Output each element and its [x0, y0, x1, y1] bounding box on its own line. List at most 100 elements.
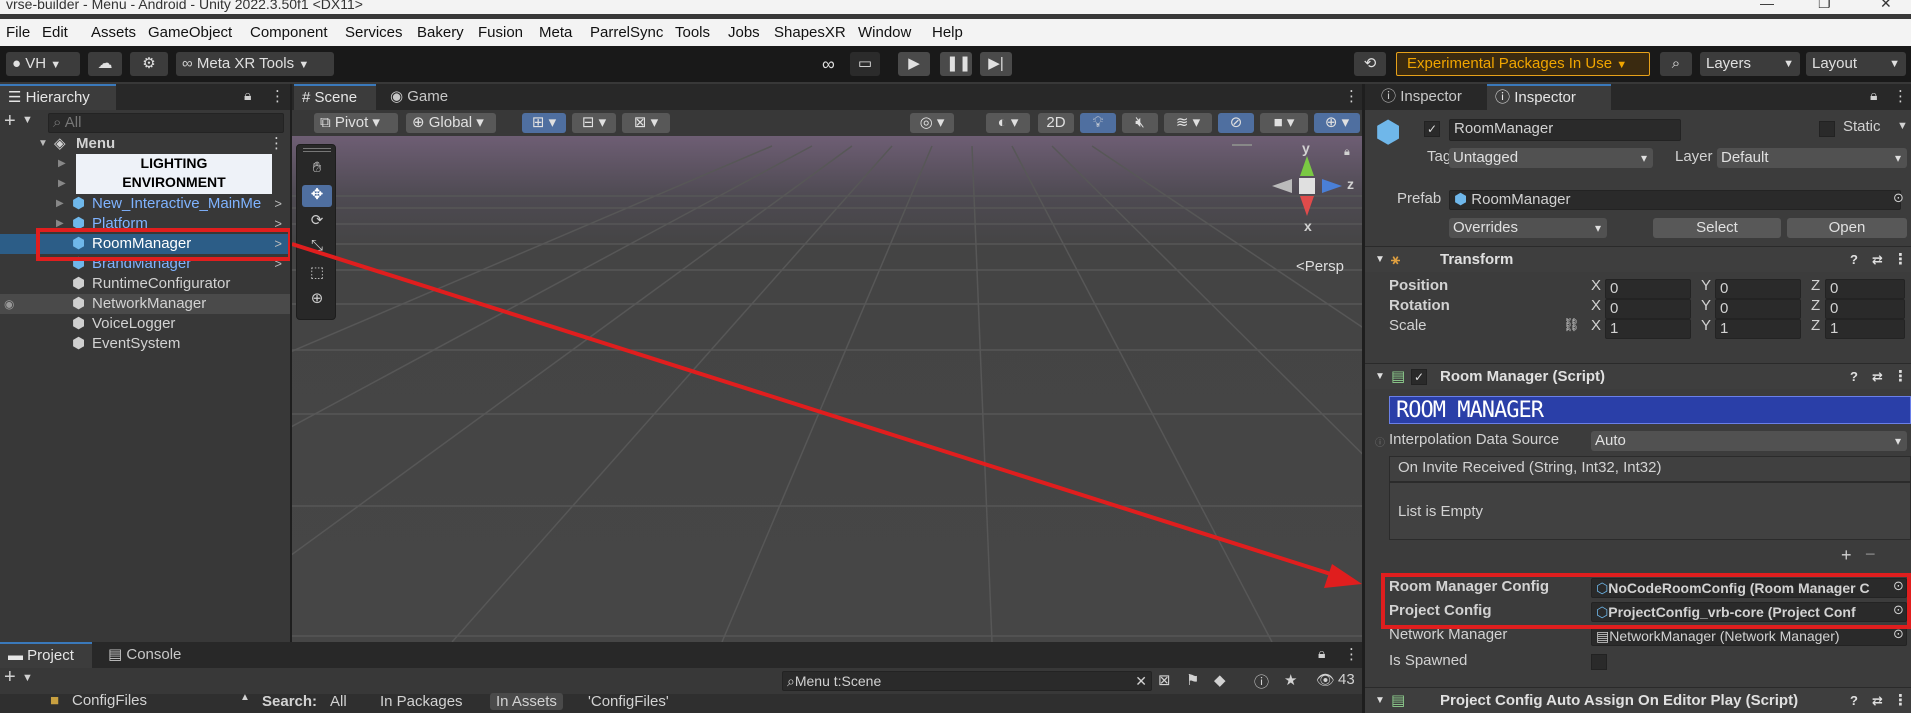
grid-visibility-icon[interactable]: ⊟ ▾	[572, 113, 616, 133]
constrain-proportions-icon[interactable]: ⛓	[1563, 317, 1580, 333]
experimental-packages-warning[interactable]: Experimental Packages In Use ▼	[1396, 52, 1650, 76]
grid-snap-icon[interactable]: ⊞ ▾	[522, 113, 566, 133]
expand-arrow-icon[interactable]: ▶	[58, 158, 66, 169]
transform-y-field[interactable]: 0	[1715, 279, 1801, 299]
search-by-label-icon[interactable]: ⚑	[1186, 671, 1199, 689]
layout-dropdown[interactable]: Layout ▼	[1806, 52, 1906, 76]
menu-component[interactable]: Component	[250, 24, 328, 41]
transform-y-field[interactable]: 1	[1715, 319, 1801, 339]
draw-mode-icon[interactable]: ◎ ▾	[910, 113, 954, 133]
kebab-menu-icon[interactable]: ⋮	[269, 134, 284, 154]
transform-x-field[interactable]: 0	[1605, 279, 1691, 299]
collab-gear-icon[interactable]: ⚙	[130, 52, 168, 76]
expand-arrow-icon[interactable]: ▶	[58, 178, 66, 189]
expand-arrow-icon[interactable]: ▼	[38, 134, 48, 154]
hidden-objects-icon[interactable]: ⊘	[1218, 113, 1254, 133]
overrides-dropdown[interactable]: Overrides	[1449, 218, 1607, 238]
gizmos-icon[interactable]: ⊕ ▾	[1314, 113, 1360, 133]
hierarchy-item[interactable]: ⬢ New_Interactive_MainMe > ▶	[0, 194, 290, 214]
menu-help[interactable]: Help	[932, 24, 963, 41]
interpolation-dropdown[interactable]: Auto	[1591, 431, 1907, 451]
meta-link-icon[interactable]: ∞	[822, 54, 835, 75]
menu-bakery[interactable]: Bakery	[417, 24, 464, 41]
open-button[interactable]: Open	[1787, 218, 1907, 238]
kebab-menu-icon[interactable]: ⋮	[1893, 364, 1908, 390]
favorite-star-icon[interactable]: ★	[1284, 671, 1297, 689]
static-checkbox[interactable]	[1819, 121, 1835, 137]
expand-arrow-icon[interactable]: ▼	[1375, 247, 1385, 273]
lighting-toggle-icon[interactable]: 💡︎	[1080, 113, 1116, 133]
splitter[interactable]	[1362, 84, 1365, 713]
menu-shapesxr[interactable]: ShapesXR	[774, 24, 846, 41]
clear-search-icon[interactable]: ✕	[1135, 672, 1147, 690]
help-icon[interactable]: ?	[1850, 247, 1858, 273]
tab-inspector-2[interactable]: ⓘ Inspector	[1487, 84, 1611, 110]
tab-console[interactable]: ▤ Console	[100, 642, 200, 668]
menu-meta[interactable]: Meta	[539, 24, 572, 41]
select-button[interactable]: Select	[1653, 218, 1781, 238]
pivot-dropdown[interactable]: ⧉ Pivot ▾	[314, 113, 398, 133]
visibility-eye-icon[interactable]: 👁︎	[1316, 671, 1335, 689]
project-search-input[interactable]: ⌕Menu t:Scene ✕	[782, 671, 1152, 691]
cloud-icon[interactable]: ☁	[88, 52, 122, 76]
menu-window[interactable]: Window	[858, 24, 911, 41]
play-button[interactable]: ▶	[898, 52, 930, 76]
menu-gameobject[interactable]: GameObject	[148, 24, 232, 41]
tag-dropdown[interactable]: Untagged	[1449, 148, 1653, 168]
hierarchy-item[interactable]: ⬢ RuntimeConfigurator	[0, 274, 290, 294]
lock-icon[interactable]: 🔒︎	[244, 87, 251, 104]
maximize-icon[interactable]: ❐	[1818, 0, 1831, 10]
shading-mode-icon[interactable]: ◐ ▾	[986, 113, 1030, 133]
tag-icon[interactable]: ◆	[1214, 671, 1226, 689]
lock-icon[interactable]: 🔒︎	[1870, 87, 1877, 104]
lock-icon[interactable]: 🔒︎	[1318, 645, 1325, 662]
close-icon[interactable]: ✕	[1880, 0, 1892, 10]
tab-inspector-1[interactable]: ⓘ Inspector	[1373, 84, 1497, 110]
script-enabled-checkbox[interactable]: ✓	[1411, 369, 1427, 385]
chevron-down-icon[interactable]: ▼	[1897, 120, 1908, 132]
effects-icon[interactable]: ≋ ▾	[1164, 113, 1212, 133]
help-icon[interactable]: ?	[1850, 688, 1858, 713]
increment-snap-icon[interactable]: ⊠ ▾	[622, 113, 670, 133]
expand-arrow-icon[interactable]: ▼	[1375, 688, 1385, 713]
scene-root-menu[interactable]: ▼ ◈ Menu ⋮	[0, 134, 290, 154]
folder-name[interactable]: ConfigFiles	[72, 692, 147, 709]
chevron-up-icon[interactable]: ▲	[240, 692, 250, 703]
splitter[interactable]	[290, 84, 292, 642]
transform-header[interactable]: ▼ ⚹ Transform ? ⇄ ⋮	[1365, 246, 1911, 272]
transform-y-field[interactable]: 0	[1715, 299, 1801, 319]
account-dropdown[interactable]: ● VH ▼	[6, 52, 80, 76]
add-icon[interactable]: +	[1841, 545, 1852, 566]
kebab-menu-icon[interactable]: ⋮	[1344, 645, 1359, 663]
filter-all[interactable]: All	[330, 693, 347, 710]
add-icon[interactable]: +	[4, 666, 16, 689]
tab-game[interactable]: ◉ Game	[382, 84, 462, 110]
hierarchy-item[interactable]: ⬢ VoiceLogger	[0, 314, 290, 334]
room-manager-script-header[interactable]: ▼ ▤ ✓ Room Manager (Script) ? ⇄ ⋮	[1365, 363, 1911, 389]
minimize-icon[interactable]: —	[1760, 0, 1774, 10]
network-manager-field[interactable]: ▤NetworkManager (Network Manager)	[1591, 626, 1907, 646]
menu-tools[interactable]: Tools	[675, 24, 710, 41]
step-button[interactable]: ▶|	[980, 52, 1012, 76]
preset-icon[interactable]: ⇄	[1872, 688, 1883, 713]
hierarchy-search-input[interactable]: ⌕ All	[48, 113, 284, 133]
tab-hierarchy[interactable]: ☰ Hierarchy	[0, 84, 116, 110]
meta-xr-tools-dropdown[interactable]: ∞ Meta XR Tools ▼	[176, 52, 334, 76]
preset-icon[interactable]: ⇄	[1872, 364, 1883, 390]
menu-file[interactable]: File	[6, 24, 30, 41]
tab-scene[interactable]: # Scene	[294, 84, 376, 110]
audio-mute-icon[interactable]: 🔇︎	[1122, 113, 1158, 133]
menu-fusion[interactable]: Fusion	[478, 24, 523, 41]
kebab-menu-icon[interactable]: ⋮	[1893, 87, 1908, 105]
scene-viewport[interactable]: ✋︎ ✥ ⟳ ⤡ ⬚ ⊕ y z x 🔒︎ <Persp	[292, 136, 1362, 642]
tab-project[interactable]: ▬ Project	[0, 642, 92, 668]
filter-in-assets[interactable]: In Assets	[490, 693, 563, 710]
device-sim-icon[interactable]: ▭	[850, 52, 880, 76]
prefab-field[interactable]: ⬢ RoomManager	[1449, 190, 1901, 210]
transform-z-field[interactable]: 0	[1825, 299, 1905, 319]
hierarchy-item[interactable]: ⬢ NetworkManager ◉	[0, 294, 290, 314]
toggle-2d-button[interactable]: 2D	[1038, 113, 1074, 133]
search-by-type-icon[interactable]: ⊠	[1158, 671, 1171, 689]
layer-dropdown[interactable]: Default	[1717, 148, 1907, 168]
is-spawned-checkbox[interactable]	[1591, 654, 1607, 670]
